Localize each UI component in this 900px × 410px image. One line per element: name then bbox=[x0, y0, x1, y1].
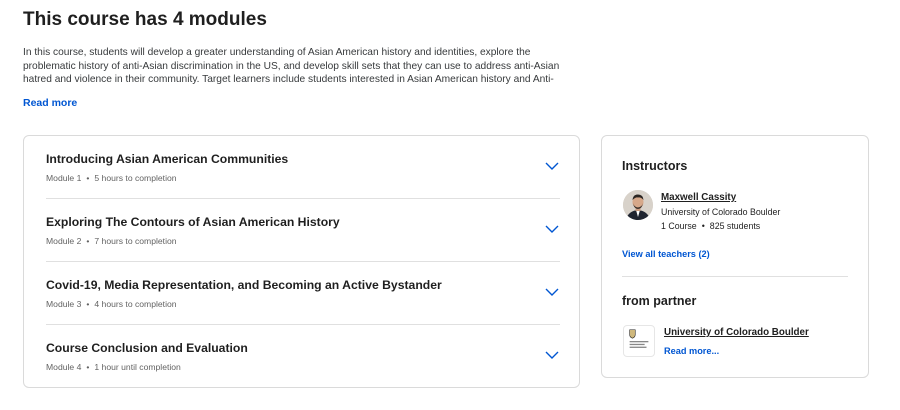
university-logo-graphic bbox=[629, 329, 649, 348]
module-duration: 4 hours to completion bbox=[94, 299, 177, 309]
partner-heading: from partner bbox=[622, 294, 697, 308]
module-number: Module 3 bbox=[46, 299, 82, 309]
module-number: Module 2 bbox=[46, 236, 82, 246]
instructor-photo-icon bbox=[623, 190, 653, 220]
module-number: Module 1 bbox=[46, 173, 82, 183]
instructor-courses: 1 Course bbox=[661, 221, 697, 231]
module-item-3[interactable]: Covid-19, Media Representation, and Beco… bbox=[46, 262, 560, 325]
module-meta: Module 4 • 1 hour until completion bbox=[46, 362, 181, 372]
module-meta: Module 2 • 7 hours to completion bbox=[46, 236, 177, 246]
divider bbox=[622, 276, 848, 277]
page-title: This course has 4 modules bbox=[23, 9, 267, 30]
chevron-down-icon[interactable] bbox=[544, 158, 560, 174]
instructor-stats: 1 Course • 825 students bbox=[661, 221, 760, 231]
chevron-down-icon[interactable] bbox=[544, 347, 560, 363]
separator-dot: • bbox=[86, 173, 90, 183]
view-all-teachers-link[interactable]: View all teachers (2) bbox=[622, 249, 710, 259]
module-duration: 1 hour until completion bbox=[94, 362, 181, 372]
module-meta: Module 3 • 4 hours to completion bbox=[46, 299, 177, 309]
partner-read-more-link[interactable]: Read more... bbox=[664, 346, 719, 356]
instructors-card: Instructors Maxwell Cassity University o… bbox=[601, 135, 869, 378]
module-item-1[interactable]: Introducing Asian American Communities M… bbox=[46, 136, 560, 199]
module-title: Exploring The Contours of Asian American… bbox=[46, 215, 340, 229]
module-title: Covid-19, Media Representation, and Beco… bbox=[46, 278, 442, 292]
read-more-link[interactable]: Read more bbox=[23, 97, 77, 109]
separator-dot: • bbox=[701, 221, 705, 231]
module-title: Course Conclusion and Evaluation bbox=[46, 341, 248, 355]
course-description: In this course, students will develop a … bbox=[23, 47, 560, 86]
instructor-org: University of Colorado Boulder bbox=[661, 207, 781, 217]
module-item-4[interactable]: Course Conclusion and Evaluation Module … bbox=[46, 325, 560, 388]
chevron-down-icon[interactable] bbox=[544, 284, 560, 300]
instructor-name-link[interactable]: Maxwell Cassity bbox=[661, 192, 736, 203]
module-duration: 5 hours to completion bbox=[94, 173, 177, 183]
module-duration: 7 hours to completion bbox=[94, 236, 177, 246]
modules-card: Introducing Asian American Communities M… bbox=[23, 135, 580, 388]
instructor-students: 825 students bbox=[709, 221, 761, 231]
separator-dot: • bbox=[86, 236, 90, 246]
module-item-2[interactable]: Exploring The Contours of Asian American… bbox=[46, 199, 560, 262]
chevron-down-icon[interactable] bbox=[544, 221, 560, 237]
module-meta: Module 1 • 5 hours to completion bbox=[46, 173, 177, 183]
partner-name-link[interactable]: University of Colorado Boulder bbox=[664, 327, 809, 338]
separator-dot: • bbox=[86, 299, 90, 309]
module-title: Introducing Asian American Communities bbox=[46, 152, 289, 166]
avatar[interactable] bbox=[623, 190, 653, 220]
module-number: Module 4 bbox=[46, 362, 82, 372]
university-logo-icon[interactable] bbox=[623, 325, 655, 357]
instructors-heading: Instructors bbox=[622, 159, 688, 173]
separator-dot: • bbox=[86, 362, 90, 372]
